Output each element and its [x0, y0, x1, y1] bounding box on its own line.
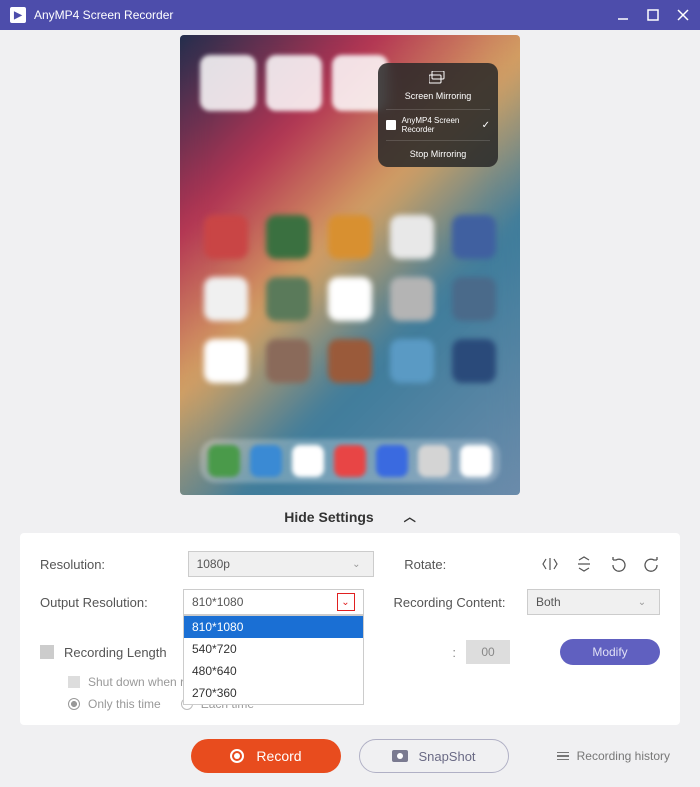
- mirror-card: Screen Mirroring AnyMP4 Screen Recorder …: [378, 63, 498, 167]
- shutdown-checkbox[interactable]: [68, 676, 80, 688]
- dropdown-option[interactable]: 810*1080: [184, 616, 363, 638]
- dropdown-option[interactable]: 540*720: [184, 638, 363, 660]
- output-resolution-options: 810*1080 540*720 480*640 270*360: [183, 615, 364, 705]
- only-this-time-radio[interactable]: [68, 698, 80, 710]
- rotate-right-icon[interactable]: [644, 556, 660, 572]
- recording-content-value: Both: [536, 595, 561, 609]
- rotate-label: Rotate:: [404, 557, 532, 572]
- recording-history-link[interactable]: Recording history: [557, 749, 670, 763]
- chevron-down-icon: ⌄: [347, 555, 365, 573]
- settings-panel: Resolution: 1080p ⌄ Rotate: Output Resolu…: [20, 533, 680, 725]
- modify-button[interactable]: Modify: [560, 639, 660, 665]
- camera-icon: [392, 750, 408, 762]
- rotate-left-icon[interactable]: [610, 556, 626, 572]
- flip-horizontal-icon[interactable]: [542, 556, 558, 572]
- resolution-label: Resolution:: [40, 557, 178, 572]
- flip-vertical-icon[interactable]: [576, 556, 592, 572]
- titlebar: ▶ AnyMP4 Screen Recorder: [0, 0, 700, 30]
- recording-length-label: Recording Length: [64, 645, 167, 660]
- app-logo: ▶: [10, 7, 26, 23]
- resolution-value: 1080p: [197, 557, 230, 571]
- hide-settings-toggle[interactable]: Hide Settings ︿: [0, 500, 700, 533]
- output-resolution-dropdown[interactable]: 810*1080⌄ 810*1080 540*720 480*640 270*3…: [183, 589, 364, 615]
- chevron-down-icon: ⌄: [337, 593, 355, 611]
- chevron-down-icon: ⌄: [633, 593, 651, 611]
- snapshot-button[interactable]: SnapShot: [359, 739, 509, 773]
- output-resolution-label: Output Resolution:: [40, 595, 173, 610]
- close-button[interactable]: [676, 8, 690, 22]
- minimize-button[interactable]: [616, 8, 630, 22]
- mirror-device-label: AnyMP4 Screen Recorder: [402, 116, 476, 134]
- mirror-device-row[interactable]: AnyMP4 Screen Recorder ✓: [386, 109, 490, 140]
- maximize-button[interactable]: [646, 8, 660, 22]
- record-icon: [230, 749, 244, 763]
- mirror-icon: [386, 71, 490, 87]
- record-button[interactable]: Record: [191, 739, 341, 773]
- recording-content-label: Recording Content:: [394, 595, 518, 610]
- check-icon: ✓: [482, 120, 490, 131]
- device-screen: Screen Mirroring AnyMP4 Screen Recorder …: [180, 35, 520, 495]
- recording-length-checkbox[interactable]: [40, 645, 54, 659]
- recording-content-dropdown[interactable]: Both ⌄: [527, 589, 660, 615]
- app-title: AnyMP4 Screen Recorder: [34, 8, 173, 22]
- only-this-time-label: Only this time: [88, 697, 161, 711]
- record-label: Record: [256, 748, 301, 764]
- chevron-up-icon: ︿: [404, 508, 416, 525]
- stop-mirroring[interactable]: Stop Mirroring: [386, 140, 490, 159]
- bottom-bar: Record SnapShot Recording history: [0, 725, 700, 787]
- snapshot-label: SnapShot: [418, 749, 475, 764]
- dock: [200, 439, 500, 483]
- preview-area: Screen Mirroring AnyMP4 Screen Recorder …: [0, 30, 700, 500]
- hide-settings-label: Hide Settings: [284, 509, 373, 525]
- time-segment[interactable]: 00: [466, 640, 510, 664]
- mirror-title: Screen Mirroring: [386, 91, 490, 101]
- recording-history-label: Recording history: [577, 749, 670, 763]
- dropdown-option[interactable]: 270*360: [184, 682, 363, 704]
- resolution-dropdown[interactable]: 1080p ⌄: [188, 551, 375, 577]
- dropdown-option[interactable]: 480*640: [184, 660, 363, 682]
- output-resolution-value: 810*1080: [192, 595, 243, 609]
